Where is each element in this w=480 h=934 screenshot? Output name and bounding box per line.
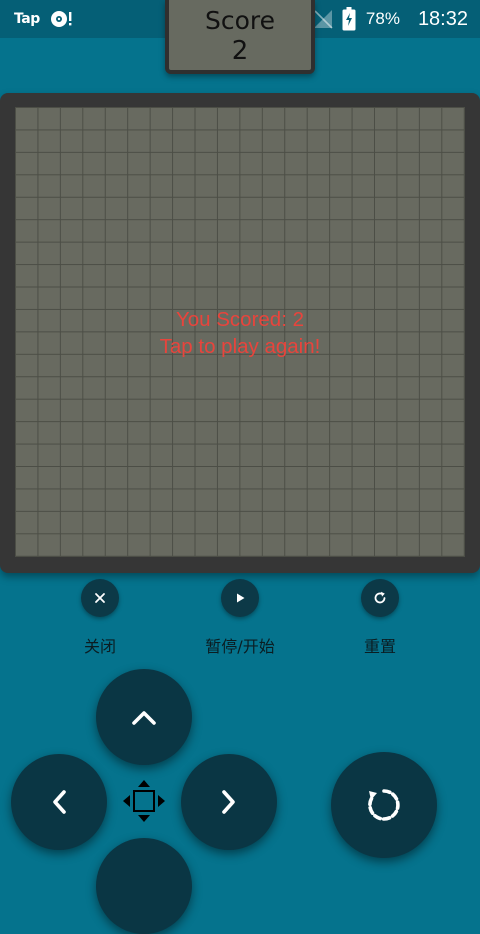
tap-app-icon: Tap <box>14 11 40 27</box>
rotate-icon <box>368 789 400 821</box>
left-button[interactable] <box>11 754 107 850</box>
pause-start-button[interactable] <box>221 579 259 617</box>
reset-label: 重置 <box>363 637 396 656</box>
chevron-left-icon <box>53 790 66 814</box>
battery-percent: 78% <box>365 9 400 28</box>
clock: 18:32 <box>417 7 468 30</box>
game-over-message[interactable]: You Scored: 2 Tap to play again! <box>0 306 480 360</box>
play-icon <box>237 593 245 603</box>
score-message: You Scored: 2 <box>175 308 305 331</box>
chevron-up-icon <box>132 711 156 725</box>
close-icon <box>95 593 105 603</box>
close-label: 关闭 <box>83 637 116 656</box>
refresh-icon <box>374 591 386 604</box>
up-button[interactable] <box>96 669 192 765</box>
status-left: Tap <box>14 0 74 38</box>
reset-button[interactable] <box>361 579 399 617</box>
notification-disc-icon <box>50 9 74 29</box>
score-label: Score <box>204 6 276 35</box>
play-again-message: Tap to play again! <box>159 335 321 358</box>
battery-charging-icon <box>342 7 356 31</box>
right-button[interactable] <box>181 754 277 850</box>
score-value: 2 <box>231 36 249 66</box>
no-signal-icon <box>312 8 334 30</box>
rotate-button[interactable] <box>331 752 437 858</box>
move-arrows-icon <box>121 778 167 824</box>
chevron-right-icon <box>222 790 235 814</box>
score-box: Score 2 <box>165 0 315 74</box>
pause-start-label: 暂停/开始 <box>205 637 275 656</box>
down-button[interactable] <box>96 838 192 934</box>
close-button[interactable] <box>81 579 119 617</box>
game-board[interactable]: You Scored: 2 Tap to play again! <box>0 93 480 573</box>
